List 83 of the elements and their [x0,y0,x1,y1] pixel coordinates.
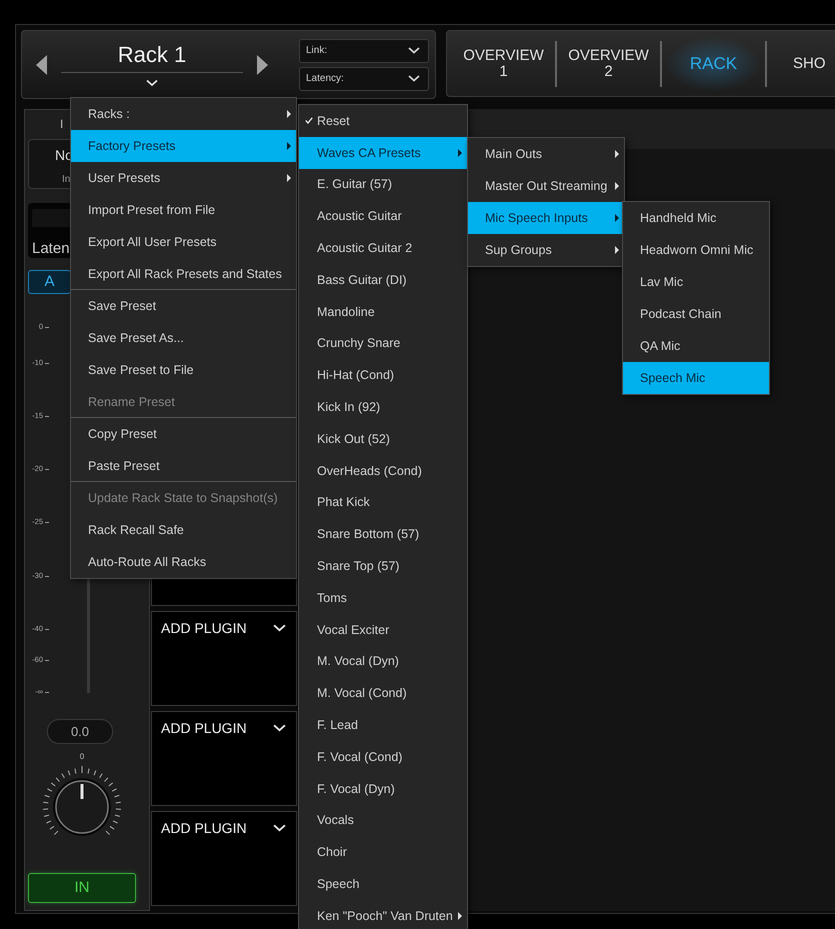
menu-item[interactable]: Snare Top (57) [299,550,467,582]
knob-scale-label: 0 [78,752,86,761]
link-dropdown[interactable]: Link: [299,38,429,62]
tab[interactable]: OVERVIEW 1 [452,34,555,94]
menu-item[interactable]: Rack Recall Safe [71,514,296,546]
menu-item[interactable]: Import Preset from File [71,194,296,226]
menu-item[interactable]: Snare Bottom (57) [299,518,467,550]
menu-item[interactable]: Kick Out (52) [299,422,467,455]
rack-name: Rack 1 [118,42,186,68]
channel-title: I [60,116,64,131]
menu-item[interactable]: Acoustic Guitar [299,200,467,232]
menu-item[interactable]: Choir [299,836,467,868]
menu-item[interactable]: Save Preset [71,290,296,322]
menu-item[interactable]: Speech Mic [623,362,769,394]
chevron-down-icon [408,47,420,54]
menu-item[interactable]: OverHeads (Cond) [299,454,467,487]
tab[interactable]: SHO [767,34,833,94]
menu-item[interactable]: Copy Preset [71,418,296,450]
in-button[interactable]: IN [28,872,136,903]
latency-label: Laten [32,240,70,257]
chevron-down-icon [273,624,286,632]
menu-item[interactable]: F. Vocal (Dyn) [299,772,467,805]
submenu-arrow-icon [458,912,462,920]
menu-item[interactable]: Sup Groups [468,234,624,266]
ab-button[interactable]: A [28,270,71,294]
menu-item[interactable]: Speech [299,868,467,900]
chevron-down-icon [146,79,158,87]
menu-item[interactable]: Mic Speech Inputs [468,202,624,234]
menu-item[interactable]: Toms [299,582,467,614]
submenu-arrow-icon [615,182,619,190]
menu-item[interactable]: Master Out Streaming [468,170,624,202]
chevron-down-icon [273,724,286,732]
tab[interactable]: OVERVIEW 2 [557,34,660,94]
menu-item[interactable]: Factory Presets [71,130,296,162]
menu-item[interactable]: F. Vocal (Cond) [299,740,467,773]
submenu-arrow-icon [615,214,619,222]
submenu-arrow-icon [458,148,462,157]
add-plugin-dropdown[interactable]: ADD PLUGIN [161,820,286,836]
menu-item[interactable]: Paste Preset [71,450,288,481]
menu-item[interactable]: E. Guitar (57) [299,168,467,200]
menu-item[interactable]: M. Vocal (Cond) [299,677,467,710]
menu-item[interactable]: Podcast Chain [623,298,769,330]
menu-item[interactable]: Auto-Route All Racks [71,546,296,578]
submenu-arrow-icon [287,142,291,150]
submenu-arrow-icon [615,150,619,158]
menu-item[interactable]: Lav Mic [623,266,769,298]
menu-item[interactable]: Acoustic Guitar 2 [299,232,467,264]
menu-item[interactable]: M. Vocal (Dyn) [299,646,467,678]
menu-item[interactable]: Racks : [71,98,296,130]
previous-arrow-icon[interactable] [36,54,47,74]
menu-item[interactable]: Headworn Omni Mic [623,234,769,266]
menu-item[interactable]: Waves CA Presets [299,136,467,169]
menu-item[interactable]: Export All User Presets [71,226,296,258]
menu-item[interactable]: Hi-Hat (Cond) [299,359,467,392]
menu-item[interactable]: Bass Guitar (DI) [299,264,467,296]
menu-item[interactable]: F. Lead [299,709,467,741]
menu-item[interactable]: Save Preset As... [71,322,296,354]
menu-item[interactable]: User Presets [71,162,296,194]
submenu-arrow-icon [287,110,291,118]
submenu-arrow-icon [287,174,291,182]
latency-dropdown[interactable]: Latency: [299,66,429,90]
check-icon [305,117,313,124]
menu-item[interactable]: Main Outs [468,138,624,170]
menu-item[interactable]: Mandoline [299,296,467,328]
menu-item[interactable]: Vocal Exciter [299,614,467,646]
gain-readout: 0.0 [47,718,113,744]
add-plugin-dropdown[interactable]: ADD PLUGIN [161,720,286,736]
input-label: In [62,172,70,187]
menu-item[interactable]: Save Preset to File [71,354,296,386]
menu-item[interactable]: Handheld Mic [623,202,769,234]
menu-item[interactable]: Kick In (92) [299,391,467,423]
menu-item[interactable]: Vocals [299,804,467,836]
chevron-down-icon [273,824,286,832]
next-arrow-icon[interactable] [257,54,268,74]
menu-item[interactable]: QA Mic [623,330,769,362]
menu-item[interactable]: Export All Rack Presets and States [71,258,288,289]
add-plugin-dropdown[interactable]: ADD PLUGIN [161,620,286,636]
menu-item[interactable]: Phat Kick [299,486,467,518]
menu-item[interactable]: Ken "Pooch" Van Druten [299,900,467,929]
menu-item[interactable]: Reset [299,105,467,137]
submenu-arrow-icon [615,246,619,254]
menu-item[interactable]: Crunchy Snare [299,328,467,360]
chevron-down-icon [408,75,420,82]
